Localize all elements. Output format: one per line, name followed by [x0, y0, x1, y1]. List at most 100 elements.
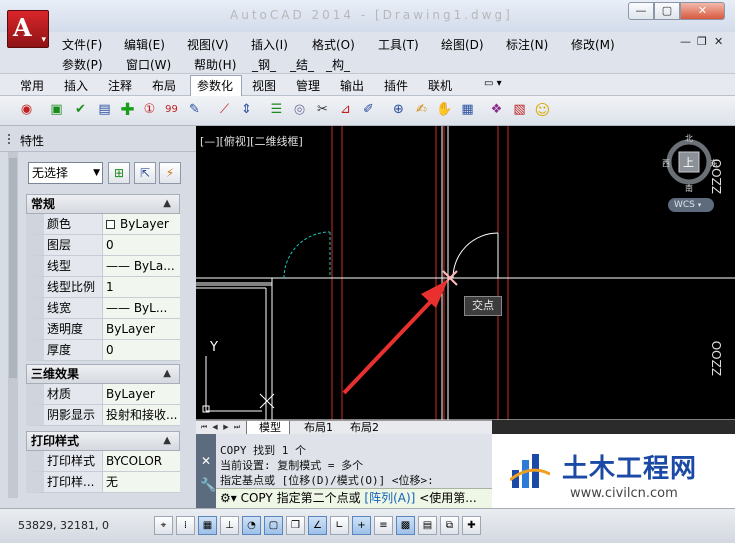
menu-window[interactable]: 窗口(W): [126, 56, 171, 73]
drawing-canvas[interactable]: [196, 126, 735, 420]
mdi-close-button[interactable]: ✕: [714, 35, 723, 48]
zoom-icon[interactable]: ⊕: [388, 100, 409, 121]
paint-icon[interactable]: ✍: [411, 100, 432, 121]
section-3d-effects[interactable]: 三维效果 ▲: [26, 364, 180, 384]
viewcube-south-label[interactable]: 南: [685, 183, 693, 194]
tab-model[interactable]: 模型: [246, 421, 290, 435]
prop-row-material[interactable]: 材质 ByLayer: [26, 384, 180, 405]
viewcube-top-label[interactable]: 上: [683, 154, 694, 170]
menu-edit[interactable]: 编辑(E): [124, 36, 165, 53]
render-icon[interactable]: ❖: [486, 100, 507, 121]
wrench-icon[interactable]: 🔧: [200, 478, 216, 493]
application-menu-button[interactable]: A ▾: [7, 10, 49, 48]
toggle-pickadd-icon[interactable]: ⊞: [108, 162, 130, 184]
menu-structure[interactable]: _结_: [290, 56, 314, 73]
quick-select-icon[interactable]: ⚡: [159, 162, 181, 184]
menu-draw[interactable]: 绘图(D): [441, 36, 484, 53]
prop-value[interactable]: ByLayer: [102, 319, 180, 340]
command-input[interactable]: ⚙▾ COPY 指定第二个点或 [阵列(A)] <使用第...: [216, 488, 492, 508]
first-tab-icon[interactable]: ⏮: [199, 422, 209, 433]
layer-icon[interactable]: ◉: [16, 100, 37, 121]
transparency-icon[interactable]: ▩: [396, 516, 415, 535]
coordinate-readout[interactable]: 53829, 32181, 0: [18, 519, 109, 532]
list-icon[interactable]: ☰: [266, 100, 287, 121]
prop-row-color[interactable]: 颜色 ByLayer: [26, 214, 180, 235]
prop-value[interactable]: 无: [102, 472, 180, 493]
scroll-thumb[interactable]: [9, 158, 17, 378]
sheet-icon[interactable]: ▧: [509, 100, 530, 121]
tab-online[interactable]: 联机: [428, 77, 452, 94]
prop-value[interactable]: 0: [102, 235, 180, 256]
menu-view[interactable]: 视图(V): [187, 36, 229, 53]
quick-properties-icon[interactable]: ▤: [418, 516, 437, 535]
prop-row-layer[interactable]: 图层 0: [26, 235, 180, 256]
next-tab-icon[interactable]: ▶: [221, 422, 231, 433]
prev-tab-icon[interactable]: ◀: [210, 422, 220, 433]
dynamic-input-icon[interactable]: +: [352, 516, 371, 535]
snap-mode-icon[interactable]: ⁞: [176, 516, 195, 535]
ucs-dynamic-icon[interactable]: ∟: [330, 516, 349, 535]
menu-tools[interactable]: 工具(T): [378, 36, 419, 53]
selection-dropdown[interactable]: 无选择 ▼: [28, 162, 103, 184]
tab-annotate[interactable]: 注释: [108, 77, 132, 94]
last-tab-icon[interactable]: ⏭: [232, 422, 242, 433]
prop-value[interactable]: 投射和接收...: [102, 405, 180, 426]
tab-layout1[interactable]: 布局1: [300, 421, 333, 434]
tab-output[interactable]: 输出: [340, 77, 364, 94]
eye-icon[interactable]: ◎: [289, 100, 310, 121]
plus-icon[interactable]: ✚: [117, 100, 138, 121]
maximize-button[interactable]: ▢: [654, 2, 680, 20]
prop-row-thickness[interactable]: 厚度 0: [26, 340, 180, 361]
3d-osnap-icon[interactable]: ❒: [286, 516, 305, 535]
prop-row-lineweight[interactable]: 线宽 —— ByL...: [26, 298, 180, 319]
scissors-icon[interactable]: ✂: [312, 100, 333, 121]
command-option-array[interactable]: [阵列(A)]: [364, 491, 415, 505]
prop-value[interactable]: —— ByL...: [102, 298, 180, 319]
selection-cycling-icon[interactable]: ⧉: [440, 516, 459, 535]
mdi-minimize-button[interactable]: —: [680, 35, 691, 48]
prop-row-linetype[interactable]: 线型 —— ByLa...: [26, 256, 180, 277]
menu-format[interactable]: 格式(O): [312, 36, 355, 53]
mdi-restore-button[interactable]: ❐: [697, 35, 707, 48]
collapse-icon[interactable]: ▲: [163, 365, 171, 383]
info-icon[interactable]: ①: [139, 100, 160, 121]
block-icon[interactable]: ▤: [94, 100, 115, 121]
section-general[interactable]: 常规 ▲: [26, 194, 180, 214]
distance-icon[interactable]: ⇕: [236, 100, 257, 121]
menu-modify[interactable]: 修改(M): [571, 36, 615, 53]
annotation-monitor-icon[interactable]: ✚: [462, 516, 481, 535]
tab-insert[interactable]: 插入: [64, 77, 88, 94]
prop-value[interactable]: 0: [102, 340, 180, 361]
pen-icon[interactable]: ⟋: [214, 100, 235, 121]
menu-file[interactable]: 文件(F): [62, 36, 102, 53]
ribbon-options-icon[interactable]: ▭ ▾: [484, 78, 502, 89]
prop-row-plot-style[interactable]: 打印样式 BYCOLOR: [26, 451, 180, 472]
wcs-menu[interactable]: WCS ▾: [668, 198, 714, 212]
prop-row-shadow[interactable]: 阴影显示 投射和接收...: [26, 405, 180, 426]
pan-icon[interactable]: ✋: [434, 100, 455, 121]
check-icon[interactable]: ✔: [70, 100, 91, 121]
menu-parametric[interactable]: 参数(P): [62, 56, 103, 73]
menu-help[interactable]: 帮助(H): [194, 56, 236, 73]
close-icon[interactable]: ✕: [201, 454, 211, 468]
section-plot-style[interactable]: 打印样式 ▲: [26, 431, 180, 451]
tab-layout2[interactable]: 布局2: [346, 421, 379, 434]
menu-construct[interactable]: _构_: [326, 56, 350, 73]
smile-icon[interactable]: ☺: [532, 100, 553, 121]
prop-value[interactable]: 1: [102, 277, 180, 298]
infer-constraints-icon[interactable]: ⌖: [154, 516, 173, 535]
tab-parametric[interactable]: 参数化: [197, 77, 233, 94]
prop-row-linetype-scale[interactable]: 线型比例 1: [26, 277, 180, 298]
prop-row-plot-table[interactable]: 打印样... 无: [26, 472, 180, 493]
prop-value[interactable]: ByLayer: [102, 384, 180, 405]
grid-display-icon[interactable]: ▦: [198, 516, 217, 535]
viewcube-west-label[interactable]: 西: [662, 158, 670, 169]
object-snap-icon[interactable]: ▢: [264, 516, 283, 535]
menu-insert[interactable]: 插入(I): [251, 36, 288, 53]
ortho-mode-icon[interactable]: ⊥: [220, 516, 239, 535]
command-line-handle[interactable]: ✕ 🔧: [196, 434, 216, 508]
viewcube-north-label[interactable]: 北: [685, 133, 693, 144]
tab-view[interactable]: 视图: [252, 77, 276, 94]
lineweight-icon[interactable]: ≡: [374, 516, 393, 535]
collapse-icon[interactable]: ▲: [163, 195, 171, 213]
